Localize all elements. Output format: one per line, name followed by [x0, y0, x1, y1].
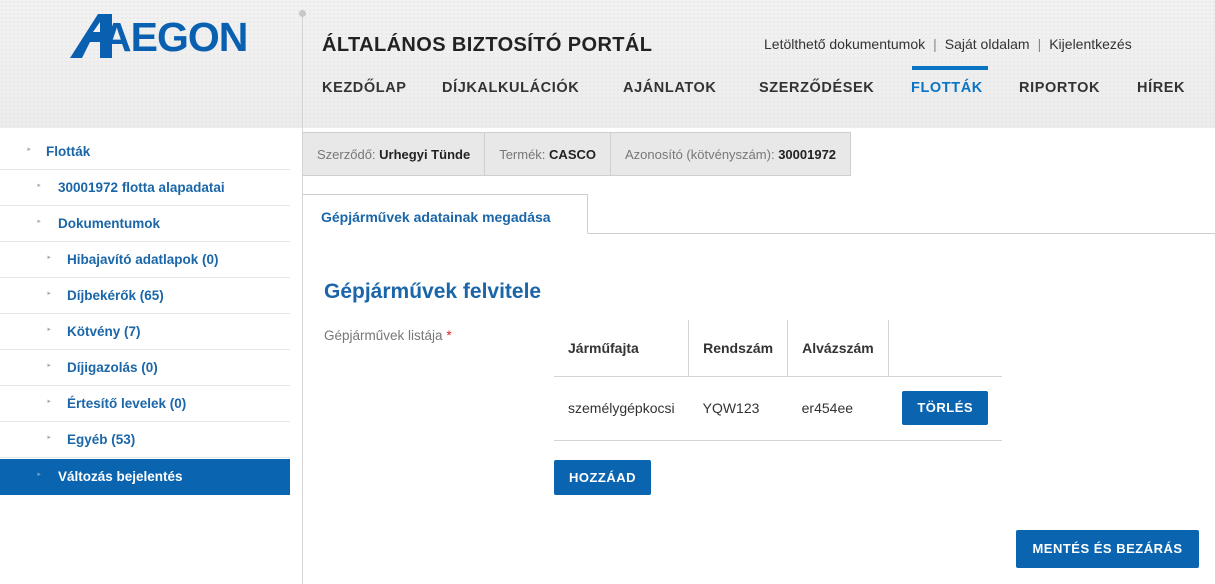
product-cell: Termék: CASCO: [485, 132, 611, 176]
aegon-logo-text: AEGON: [102, 14, 248, 60]
bullet-icon: ‣: [46, 325, 52, 336]
column-header-vehicle-type: Járműfajta: [554, 320, 690, 377]
bullet-icon: ‣: [36, 181, 42, 192]
sidebar-item-label: Díjigazolás (0): [67, 360, 158, 375]
delete-button[interactable]: TÖRLÉS: [902, 391, 989, 425]
bullet-icon: ‣: [36, 217, 42, 228]
bullet-icon: ‣: [46, 433, 52, 444]
column-divider: [302, 14, 303, 584]
vehicle-list-label: Gépjárművek listája *: [324, 328, 452, 343]
active-nav-indicator: [912, 66, 988, 70]
section-title: Gépjárművek felvitele: [324, 280, 542, 303]
policy-id-cell: Azonosító (kötvényszám): 30001972: [611, 132, 852, 176]
sidebar-item-documents[interactable]: ‣ Dokumentumok: [0, 206, 290, 242]
sidebar-item-other[interactable]: ‣ Egyéb (53): [0, 422, 290, 458]
contractor-value: Urhegyi Tünde: [379, 147, 471, 162]
nav-item-home[interactable]: KEZDŐLAP: [322, 80, 407, 96]
nav-item-news[interactable]: HÍREK: [1137, 80, 1185, 96]
table-header-row: Járműfajta Rendszám Alvázszám: [554, 320, 1003, 377]
cell-vehicle-type: személygépkocsi: [554, 376, 689, 441]
sidebar-item-notification-letters[interactable]: ‣ Értesítő levelek (0): [0, 386, 290, 422]
nav-item-contracts[interactable]: SZERZŐDÉSEK: [759, 80, 874, 96]
sidebar-item-fleets[interactable]: ‣ Flották: [0, 134, 290, 170]
sidebar-item-premium-requests[interactable]: ‣ Díjbekérők (65): [0, 278, 290, 314]
sidebar-item-label: Kötvény (7): [67, 324, 141, 339]
sidebar-item-fleet-base-data[interactable]: ‣ 30001972 flotta alapadatai: [0, 170, 290, 206]
vehicle-table: Járműfajta Rendszám Alvázszám személygép…: [554, 320, 1003, 441]
product-value: CASCO: [549, 147, 596, 162]
bullet-icon: ‣: [36, 470, 42, 481]
link-separator: |: [933, 36, 937, 52]
sidebar-item-change-notification[interactable]: ‣ Változás bejelentés: [0, 459, 290, 495]
sidebar-item-repair-sheets[interactable]: ‣ Hibajavító adatlapok (0): [0, 242, 290, 278]
divider-dot: [299, 10, 306, 17]
logout-link[interactable]: Kijelentkezés: [1049, 36, 1132, 52]
contractor-label: Szerződő:: [317, 147, 376, 162]
sidebar-item-premium-certificate[interactable]: ‣ Díjigazolás (0): [0, 350, 290, 386]
sidebar-item-label: Változás bejelentés: [58, 469, 183, 484]
column-header-chassis: Alvázszám: [787, 320, 889, 377]
downloadable-documents-link[interactable]: Letölthető dokumentumok: [764, 36, 925, 52]
required-mark: *: [446, 328, 452, 343]
bullet-icon: ‣: [46, 397, 52, 408]
tab-vehicle-data[interactable]: Gépjárművek adatainak megadása: [302, 194, 588, 234]
contractor-cell: Szerződő: Urhegyi Tünde: [302, 132, 486, 176]
my-page-link[interactable]: Saját oldalam: [945, 36, 1030, 52]
sidebar-item-label: Flották: [46, 144, 91, 159]
nav-item-reports[interactable]: RIPORTOK: [1019, 80, 1100, 96]
cell-plate: YQW123: [688, 376, 788, 441]
sidebar-item-label: Értesítő levelek (0): [67, 396, 187, 411]
link-separator: |: [1037, 36, 1042, 52]
sidebar-item-label: Egyéb (53): [67, 432, 136, 447]
add-vehicle-button[interactable]: HOZZÁAD: [554, 460, 651, 495]
sidebar: ‣ Flották ‣ 30001972 flotta alapadatai ‣…: [0, 128, 302, 584]
bullet-icon: ‣: [46, 361, 52, 372]
policy-id-label: Azonosító (kötvényszám):: [625, 147, 775, 162]
sidebar-item-label: 30001972 flotta alapadatai: [58, 180, 225, 195]
save-and-close-button[interactable]: MENTÉS ÉS BEZÁRÁS: [1016, 530, 1199, 568]
bullet-icon: ‣: [46, 289, 52, 300]
bullet-icon: ‣: [26, 145, 32, 156]
top-links: Letölthető dokumentumok | Saját oldalam | Ki…: [764, 36, 1132, 52]
column-header-actions: [888, 320, 1003, 377]
header-bar: AEGON ÁLTALÁNOS BIZTOSÍTÓ PORTÁL Letölth…: [0, 0, 1215, 128]
sidebar-item-label: Díjbekérők (65): [67, 288, 164, 303]
policy-id-value: 30001972: [778, 147, 837, 162]
vehicle-list-label-text: Gépjárművek listája: [324, 328, 443, 343]
nav-item-fleets[interactable]: FLOTTÁK: [911, 80, 983, 96]
cell-actions: TÖRLÉS: [888, 376, 1003, 441]
portal-title: ÁLTALÁNOS BIZTOSÍTÓ PORTÁL: [322, 34, 653, 56]
table-row: személygépkocsi YQW123 er454ee TÖRLÉS: [554, 376, 1003, 441]
cell-chassis: er454ee: [787, 376, 889, 441]
sidebar-item-policy[interactable]: ‣ Kötvény (7): [0, 314, 290, 350]
nav-item-offers[interactable]: AJÁNLATOK: [623, 80, 716, 96]
column-header-plate: Rendszám: [688, 320, 789, 377]
sidebar-item-label: Hibajavító adatlapok (0): [67, 252, 219, 267]
bullet-icon: ‣: [46, 253, 52, 264]
sidebar-item-label: Dokumentumok: [58, 216, 161, 231]
nav-item-premium-calculations[interactable]: DÍJKALKULÁCIÓK: [442, 80, 579, 96]
product-label: Termék:: [499, 147, 546, 162]
aegon-logo[interactable]: AEGON: [68, 12, 248, 60]
contract-info-bar: Szerződő: Urhegyi Tünde Termék: CASCO Az…: [302, 132, 852, 176]
